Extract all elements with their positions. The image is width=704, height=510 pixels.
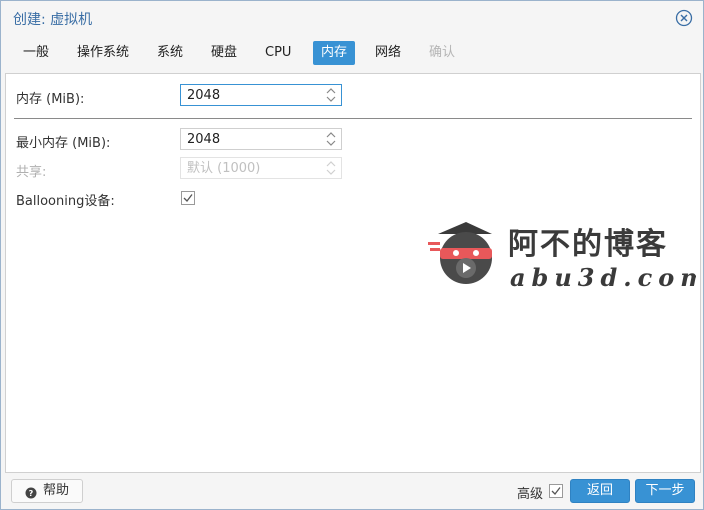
tab-network[interactable]: 网络 xyxy=(367,41,409,65)
svg-text:阿不的博客: 阿不的博客 xyxy=(508,227,668,262)
question-circle-icon: ? xyxy=(25,485,37,499)
shares-input xyxy=(181,158,327,178)
memory-label: 内存 (MiB): xyxy=(16,92,85,107)
dialog-title: 创建: 虚拟机 xyxy=(13,12,93,28)
watermark-mascot-icon xyxy=(428,222,492,284)
tab-hard-disk[interactable]: 硬盘 xyxy=(203,41,245,65)
advanced-label: 高级 xyxy=(517,487,544,502)
memory-field[interactable] xyxy=(180,84,342,106)
spinner-icon[interactable] xyxy=(325,87,337,103)
advanced-checkbox[interactable] xyxy=(549,484,563,498)
tab-cpu[interactable]: CPU xyxy=(257,41,299,65)
tab-memory[interactable]: 内存 xyxy=(313,41,356,65)
back-button[interactable]: 返回 xyxy=(570,479,630,503)
svg-text:abu3d.com: abu3d.com xyxy=(510,263,696,292)
memory-input[interactable] xyxy=(181,85,327,105)
tab-confirm: 确认 xyxy=(429,45,456,60)
ballooning-label: Ballooning设备: xyxy=(16,194,115,209)
next-button[interactable]: 下一步 xyxy=(635,479,695,503)
tab-bar: 一般 操作系统 系统 硬盘 CPU 内存 网络 确认 xyxy=(1,39,703,69)
min-memory-input[interactable] xyxy=(181,129,327,149)
dialog-footer: ? 帮助 高级 返回 下一步 xyxy=(1,473,703,509)
dialog-titlebar: 创建: 虚拟机 xyxy=(1,1,703,35)
min-memory-label: 最小内存 (MiB): xyxy=(16,136,111,151)
tab-general[interactable]: 一般 xyxy=(15,41,57,65)
svg-text:?: ? xyxy=(29,489,34,498)
watermark-logo: 阿不的博客 abu3d.com xyxy=(426,218,704,293)
shares-label: 共享: xyxy=(16,165,47,180)
spinner-icon xyxy=(325,160,337,176)
shares-field xyxy=(180,157,342,179)
create-vm-dialog: 创建: 虚拟机 一般 操作系统 系统 硬盘 CPU 内存 网络 确认 内存 (M… xyxy=(0,0,704,510)
tab-system[interactable]: 系统 xyxy=(149,41,191,65)
ballooning-checkbox[interactable] xyxy=(181,191,195,205)
close-icon[interactable] xyxy=(675,9,693,27)
tab-os[interactable]: 操作系统 xyxy=(69,41,137,65)
min-memory-field[interactable] xyxy=(180,128,342,150)
help-button-label: 帮助 xyxy=(43,483,70,498)
help-button[interactable]: ? 帮助 xyxy=(11,479,83,503)
section-divider xyxy=(14,118,692,119)
spinner-icon[interactable] xyxy=(325,131,337,147)
